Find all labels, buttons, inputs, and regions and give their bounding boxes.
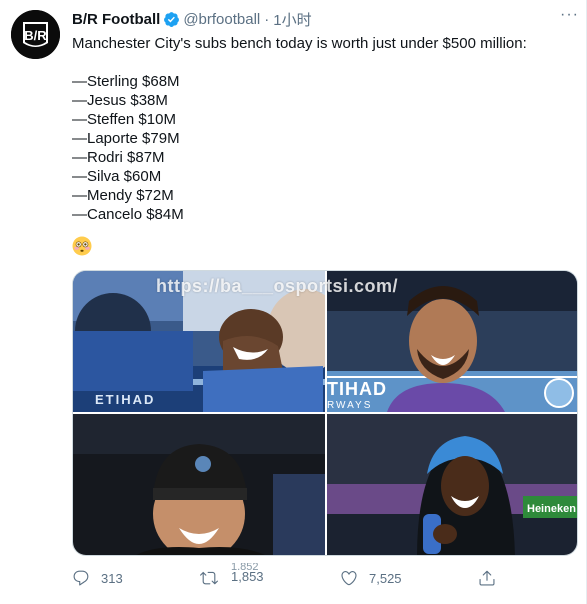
svg-text:Heineken: Heineken [527, 503, 576, 515]
tweet-line: —Mendy $72M [72, 187, 174, 204]
avatar[interactable]: B/R [11, 10, 60, 59]
tweet-line: —Cancelo $84M [72, 206, 184, 223]
tweet-line: —Silva $60M [72, 168, 162, 185]
tweet-line: —Laporte $79M [72, 130, 180, 147]
like-button[interactable]: 7,525 [340, 566, 402, 590]
tweet-line: Manchester City's subs bench today is wo… [72, 35, 527, 52]
avatar-text: B/R [24, 28, 47, 43]
tweet-line: —Rodri $87M [72, 149, 165, 166]
tweet-line: —Sterling $68M [72, 73, 180, 90]
laporte-beanie-photo[interactable] [73, 414, 325, 555]
timestamp[interactable]: 1小时 [273, 9, 311, 30]
retweet-counts: 1,852 1,853 [231, 563, 264, 584]
tweet-card[interactable]: B/R B/R Football @brfootball · 1小时 ··· M… [0, 0, 587, 604]
tweet-line: —Jesus $38M [72, 92, 168, 109]
tweet-header: B/R Football @brfootball · 1小时 [72, 9, 312, 30]
tweet-actions: 313 1,852 1,853 7,525 [72, 563, 502, 590]
br-logo-icon: B/R [11, 10, 60, 59]
verified-icon [163, 11, 180, 28]
tweet-text: Manchester City's subs bench today is wo… [72, 34, 577, 224]
retweet-count: 1,853 [231, 569, 264, 584]
svg-text:RWAYS: RWAYS [327, 400, 372, 411]
media-grid[interactable]: ETIHAD TIHAD RWAYS Heineken [72, 270, 578, 556]
like-count: 7,525 [369, 570, 402, 586]
reply-count: 313 [101, 570, 123, 586]
display-name[interactable]: B/R Football [72, 11, 160, 28]
more-icon[interactable]: ··· [560, 7, 578, 28]
share-button[interactable] [478, 566, 496, 590]
mendy-hooded-photo[interactable]: Heineken [327, 414, 577, 555]
retweet-icon [200, 569, 218, 587]
reply-icon [72, 569, 90, 587]
separator: · [264, 10, 270, 28]
flushed-face-emoji [72, 236, 92, 256]
reply-button[interactable]: 313 [72, 566, 123, 590]
svg-text:TIHAD: TIHAD [327, 379, 387, 399]
handle[interactable]: @brfootball [183, 11, 260, 28]
tweet-line: —Steffen $10M [72, 111, 176, 128]
like-icon [340, 569, 358, 587]
share-icon [478, 569, 496, 587]
svg-text:ETIHAD: ETIHAD [95, 392, 155, 407]
watermark-text: https://ba___osportsi.com/ [156, 276, 399, 296]
retweet-button[interactable]: 1,852 1,853 [200, 563, 264, 590]
tweet-line-gap [72, 53, 577, 72]
